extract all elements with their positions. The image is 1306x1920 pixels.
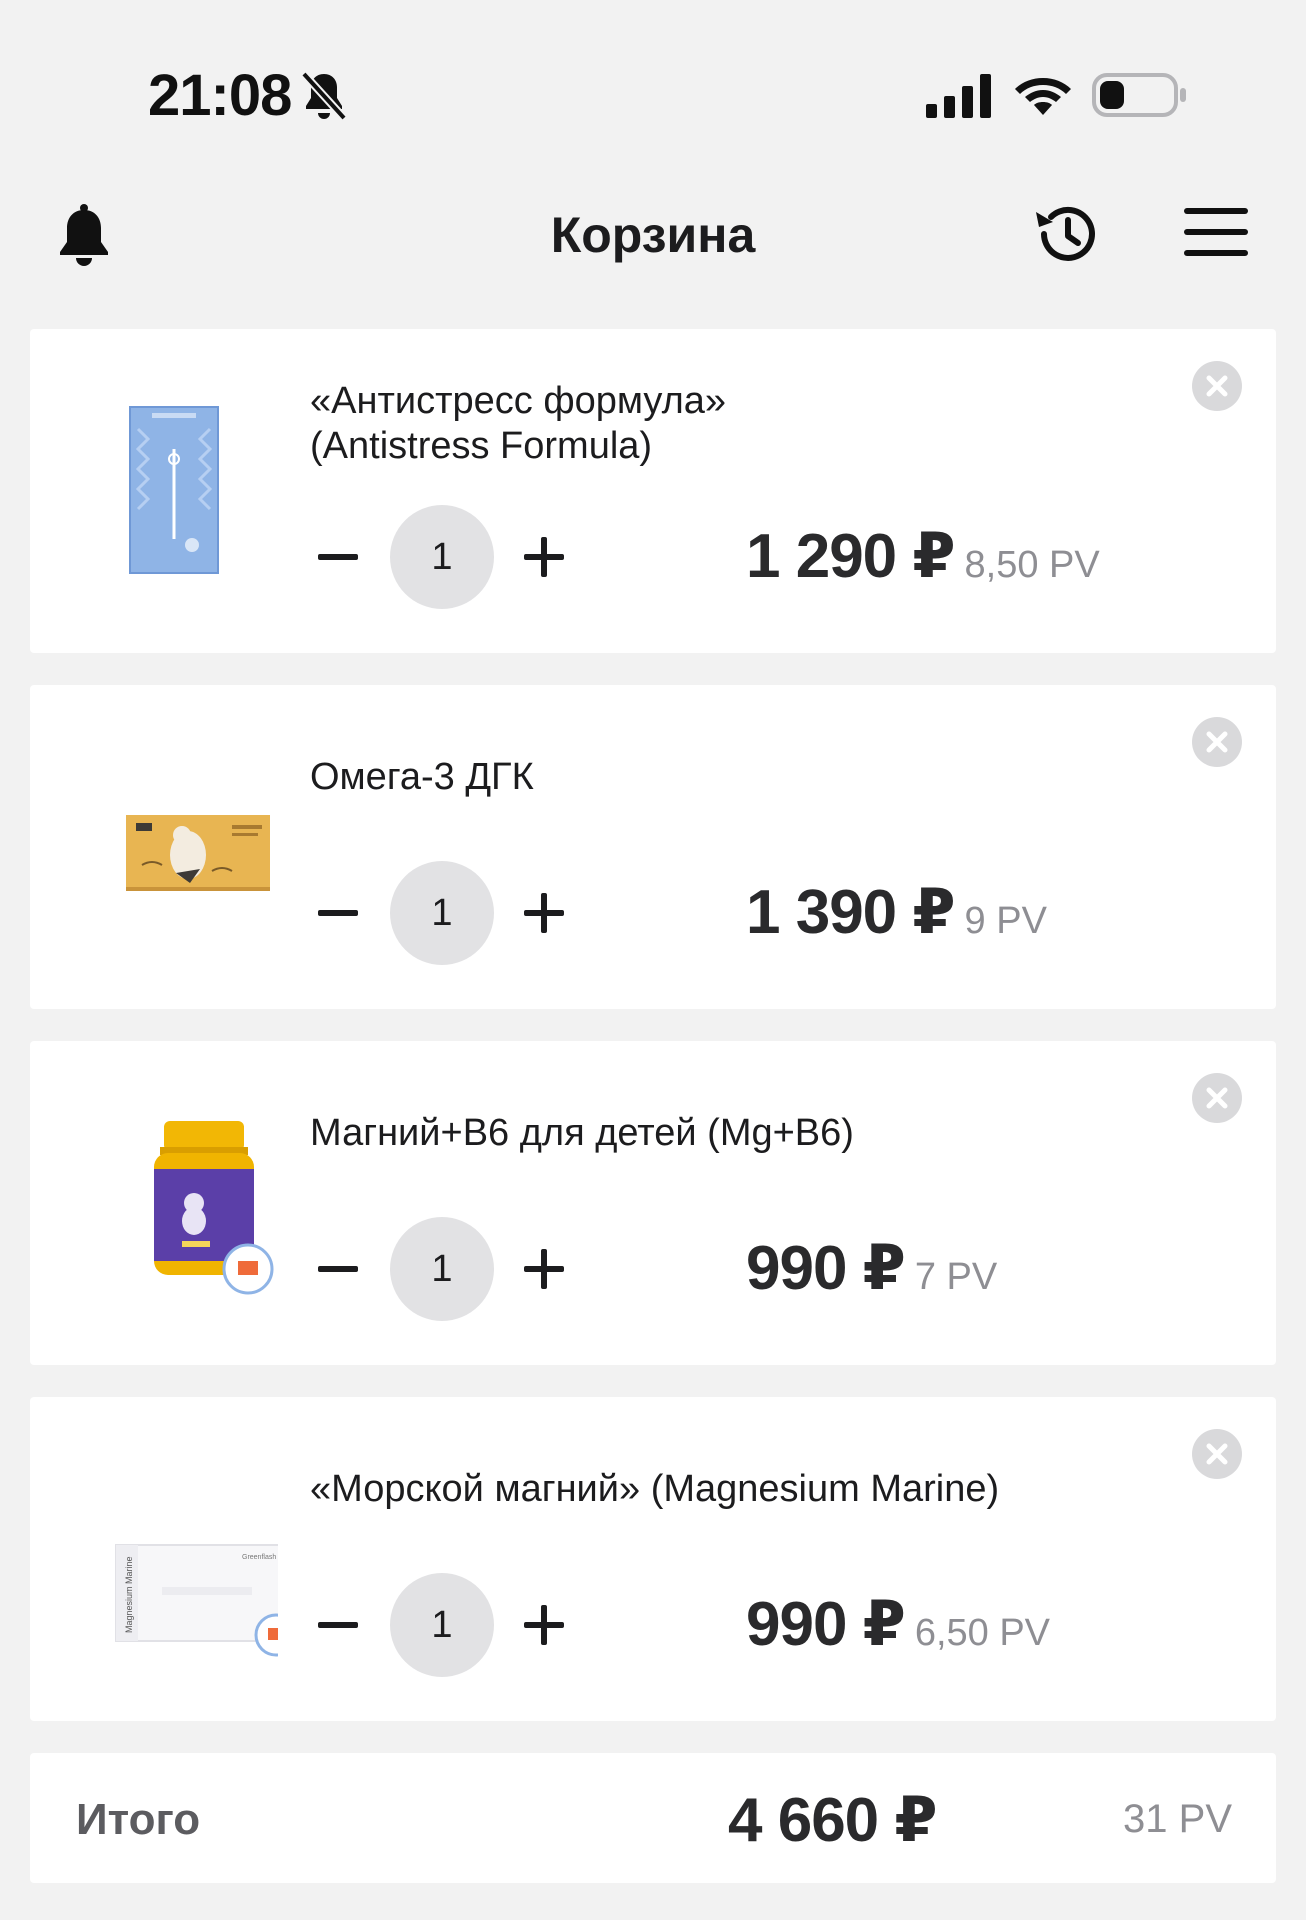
signal-icon — [926, 74, 991, 118]
header: Корзина — [0, 180, 1306, 290]
product-name: Омега-3 ДГК — [310, 756, 534, 798]
cart-screen: 21:08 Корзина «Антистресс формула» (Anti… — [0, 0, 1306, 1920]
price-block: 990 ₽7 PV — [746, 1231, 997, 1304]
cart-total: Итого 4 660 ₽ 31 PV — [30, 1753, 1276, 1883]
total-label: Итого — [76, 1795, 201, 1844]
quantity-value[interactable]: 1 — [390, 1573, 494, 1677]
item-price: 990 ₽ — [746, 1590, 906, 1659]
close-icon — [1206, 375, 1228, 397]
close-icon — [1206, 1087, 1228, 1109]
brand-label: Greenflash — [242, 1554, 276, 1561]
remove-item-button[interactable] — [1192, 717, 1242, 767]
cart-item: «Антистресс формула» (Antistress Formula… — [30, 329, 1276, 653]
product-name: «Морской магний» (Magnesium Marine) — [310, 1468, 1000, 1510]
product-image-magnesium-marine[interactable]: Magnesium Marine Greenflash — [82, 1437, 298, 1681]
cart-item: Магний+В6 для детей (Mg+B6) 1 990 ₽7 PV — [30, 1041, 1276, 1365]
quantity-value[interactable]: 1 — [390, 505, 494, 609]
status-time: 21:08 — [148, 63, 292, 128]
product-name: «Антистресс формула» (Antistress Formula… — [310, 380, 727, 467]
box-side-label: Magnesium Marine — [124, 1556, 134, 1633]
price-block: 990 ₽6,50 PV — [746, 1587, 1050, 1660]
decrease-quantity-button[interactable] — [310, 1603, 366, 1647]
increase-quantity-button[interactable] — [518, 531, 570, 583]
menu-icon[interactable] — [1184, 204, 1248, 260]
item-price: 990 ₽ — [746, 1234, 906, 1303]
item-pv: 9 PV — [964, 900, 1047, 942]
decrease-quantity-button[interactable] — [310, 891, 366, 935]
item-pv: 8,50 PV — [964, 544, 1100, 586]
item-pv: 7 PV — [914, 1256, 998, 1298]
product-image-mg-b6[interactable] — [82, 1081, 278, 1325]
item-price: 1 390 ₽ — [746, 878, 956, 947]
quantity-stepper: 1 1 390 ₽9 PV — [310, 861, 1210, 965]
remove-item-button[interactable] — [1192, 1429, 1242, 1479]
product-name: Магний+В6 для детей (Mg+B6) — [310, 1112, 854, 1154]
quantity-stepper: 1 990 ₽6,50 PV — [310, 1573, 1210, 1677]
total-pv: 31 PV — [1123, 1797, 1232, 1841]
history-icon[interactable] — [1030, 202, 1098, 266]
product-image-antistress[interactable] — [82, 369, 278, 613]
quantity-value[interactable]: 1 — [390, 861, 494, 965]
quantity-value[interactable]: 1 — [390, 1217, 494, 1321]
quantity-stepper: 1 1 290 ₽8,50 PV — [310, 505, 1210, 609]
increase-quantity-button[interactable] — [518, 1243, 570, 1295]
quantity-stepper: 1 990 ₽7 PV — [310, 1217, 1210, 1321]
product-image-omega3[interactable] — [82, 725, 278, 969]
price-block: 1 290 ₽8,50 PV — [746, 519, 1100, 592]
page-title: Корзина — [550, 207, 756, 263]
status-bar: 21:08 — [0, 0, 1306, 150]
decrease-quantity-button[interactable] — [310, 1247, 366, 1291]
total-price: 4 660 ₽ — [728, 1786, 938, 1855]
increase-quantity-button[interactable] — [518, 1599, 570, 1651]
close-icon — [1206, 731, 1228, 753]
remove-item-button[interactable] — [1192, 361, 1242, 411]
item-pv: 6,50 PV — [914, 1612, 1051, 1654]
remove-item-button[interactable] — [1192, 1073, 1242, 1123]
item-price: 1 290 ₽ — [746, 522, 956, 591]
bell-off-icon — [301, 71, 347, 121]
wifi-icon — [1015, 78, 1071, 115]
cart-item: Омега-3 ДГК 1 1 390 ₽9 PV — [30, 685, 1276, 1009]
battery-icon — [1092, 73, 1186, 117]
price-block: 1 390 ₽9 PV — [746, 875, 1047, 948]
increase-quantity-button[interactable] — [518, 887, 570, 939]
decrease-quantity-button[interactable] — [310, 535, 366, 579]
cart-item: Magnesium Marine Greenflash «Морской маг… — [30, 1397, 1276, 1721]
close-icon — [1206, 1443, 1228, 1465]
